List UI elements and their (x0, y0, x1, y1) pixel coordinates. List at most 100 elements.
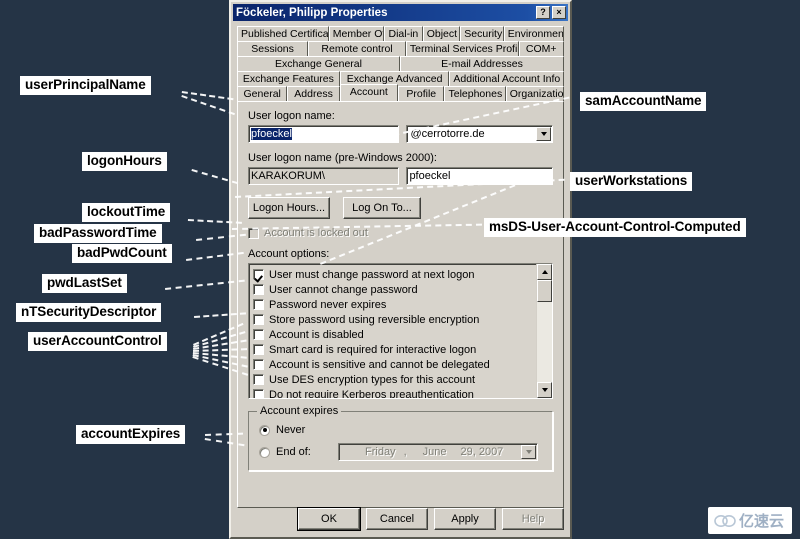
tab-strip: Published Certificates Member Of Dial-in… (237, 26, 564, 103)
option-label: Use DES encryption types for this accoun… (269, 373, 476, 386)
annotation-ntsecuritydescriptor: nTSecurityDescriptor (16, 303, 162, 322)
option-checkbox[interactable] (253, 389, 264, 398)
tab-member-of[interactable]: Member Of (328, 26, 385, 42)
annotation-useraccountcontrol: userAccountControl (28, 332, 167, 351)
chevron-down-icon[interactable] (536, 127, 552, 141)
tab-exchange-features[interactable]: Exchange Features (237, 71, 340, 87)
tab-row-3: Exchange General E-mail Addresses (237, 56, 564, 72)
scrollbar-thumb[interactable] (537, 280, 552, 302)
option-label: User cannot change password (269, 283, 418, 296)
annotation-badpwdcount: badPwdCount (72, 244, 172, 263)
option-label: Account is disabled (269, 328, 364, 341)
end-of-label: End of: (276, 446, 311, 458)
scroll-down-icon[interactable] (537, 382, 552, 398)
list-item[interactable]: Account is disabled (253, 327, 536, 342)
tab-row-1: Published Certificates Member Of Dial-in… (237, 26, 564, 42)
account-options-listbox[interactable]: User must change password at next logon … (248, 263, 553, 399)
end-of-radio[interactable] (259, 446, 270, 458)
cloud-icon (714, 514, 736, 527)
list-item[interactable]: User cannot change password (253, 282, 536, 297)
tab-dial-in[interactable]: Dial-in (384, 26, 423, 42)
dialog-button-bar: OK Cancel Apply Help (237, 507, 564, 531)
watermark-text: 亿速云 (738, 512, 784, 530)
option-checkbox[interactable] (253, 329, 264, 340)
account-options-list: User must change password at next logon … (249, 264, 536, 398)
tab-row-5: General Address Account Profile Telephon… (237, 84, 564, 103)
user-logon-name-value: pfoeckel (251, 128, 292, 140)
user-logon-name-input[interactable]: pfoeckel (248, 125, 399, 143)
watermark: 亿速云 (707, 507, 792, 534)
tab-row-4: Exchange Features Exchange Advanced Addi… (237, 71, 564, 87)
option-checkbox[interactable] (253, 284, 264, 295)
help-button[interactable]: ? (536, 6, 550, 19)
tab-terminal-services-profile[interactable]: Terminal Services Profile (405, 41, 519, 57)
date-comma: , (403, 446, 407, 458)
option-checkbox[interactable] (253, 299, 264, 310)
list-item[interactable]: Password never expires (253, 297, 536, 312)
option-label: Store password using reversible encrypti… (269, 313, 480, 326)
end-of-radio-row[interactable]: End of: Friday , June 29, 2007 (259, 443, 542, 461)
annotation-samaccountname: samAccountName (580, 92, 707, 111)
option-label: Smart card is required for interactive l… (269, 343, 477, 356)
pre-windows-logon-label: User logon name (pre-Windows 2000): (248, 152, 437, 164)
annotation-logonhours: logonHours (82, 152, 167, 171)
scroll-up-icon[interactable] (537, 264, 552, 280)
tab-object[interactable]: Object (422, 26, 461, 42)
date-month: June (422, 446, 447, 458)
option-checkbox[interactable] (253, 344, 264, 355)
list-item[interactable]: Do not require Kerberos preauthenticatio… (253, 387, 536, 398)
close-button[interactable]: × (552, 6, 566, 19)
tab-sessions[interactable]: Sessions (237, 41, 309, 57)
annotation-badpasswordtime: badPasswordTime (34, 224, 162, 243)
option-label: Account is sensitive and cannot be deleg… (269, 358, 490, 371)
tab-environment[interactable]: Environment (503, 26, 564, 42)
domain-prefix-field: KARAKORUM\ (248, 167, 399, 185)
user-logon-name-label: User logon name: (248, 110, 335, 122)
annotation-userworkstations: userWorkstations (570, 172, 693, 191)
tab-com-plus[interactable]: COM+ (518, 41, 564, 57)
annotation-lockouttime: lockoutTime (82, 203, 171, 222)
list-item[interactable]: Account is sensitive and cannot be deleg… (253, 357, 536, 372)
ok-button[interactable]: OK (297, 507, 361, 531)
account-options-label: Account options: (248, 248, 330, 260)
list-item[interactable]: Use DES encryption types for this accoun… (253, 372, 536, 387)
option-label: User must change password at next logon (269, 268, 475, 281)
expiry-date-picker[interactable]: Friday , June 29, 2007 (338, 443, 538, 461)
annotation-userprincipalname: userPrincipalName (20, 76, 151, 95)
tab-published-certificates[interactable]: Published Certificates (237, 26, 329, 42)
log-on-to-button[interactable]: Log On To... (343, 197, 421, 219)
tab-security[interactable]: Security (460, 26, 504, 42)
never-radio-row[interactable]: Never (259, 422, 542, 438)
tab-remote-control[interactable]: Remote control (308, 41, 406, 57)
option-label: Do not require Kerberos preauthenticatio… (269, 388, 474, 399)
option-checkbox[interactable] (253, 269, 264, 280)
scrollbar-track[interactable] (537, 302, 552, 382)
date-day-year: 29, 2007 (460, 446, 504, 458)
list-item[interactable]: User must change password at next logon (253, 267, 536, 282)
option-checkbox[interactable] (253, 374, 264, 385)
annotation-pwdlastset: pwdLastSet (42, 274, 127, 293)
never-label: Never (276, 424, 306, 436)
account-expires-group: Account expires Never End of: Friday , J… (248, 405, 553, 471)
logon-hours-button[interactable]: Logon Hours... (248, 197, 330, 219)
option-checkbox[interactable] (253, 359, 264, 370)
dialog-titlebar[interactable]: Föckeler, Philipp Properties ? × (233, 4, 568, 21)
help-footer-button: Help (502, 508, 564, 530)
apply-button[interactable]: Apply (434, 508, 496, 530)
account-tab-page: User logon name: pfoeckel @cerrotorre.de… (237, 101, 564, 508)
annotation-msds-user-account-control-computed: msDS-User-Account-Control-Computed (484, 218, 746, 237)
cancel-button[interactable]: Cancel (366, 508, 428, 530)
tab-account[interactable]: Account (339, 84, 399, 101)
list-item[interactable]: Smart card is required for interactive l… (253, 342, 536, 357)
never-radio[interactable] (259, 424, 270, 436)
tab-exchange-general[interactable]: Exchange General (237, 56, 400, 72)
option-checkbox[interactable] (253, 314, 264, 325)
list-item[interactable]: Store password using reversible encrypti… (253, 312, 536, 327)
tab-email-addresses[interactable]: E-mail Addresses (400, 56, 564, 72)
option-label: Password never expires (269, 298, 387, 311)
date-weekday: Friday (365, 446, 396, 458)
tab-additional-account-info[interactable]: Additional Account Info (449, 71, 564, 87)
account-expires-title: Account expires (257, 405, 342, 417)
calendar-chevron-down-icon[interactable] (521, 445, 536, 459)
vertical-scrollbar[interactable] (536, 264, 552, 398)
